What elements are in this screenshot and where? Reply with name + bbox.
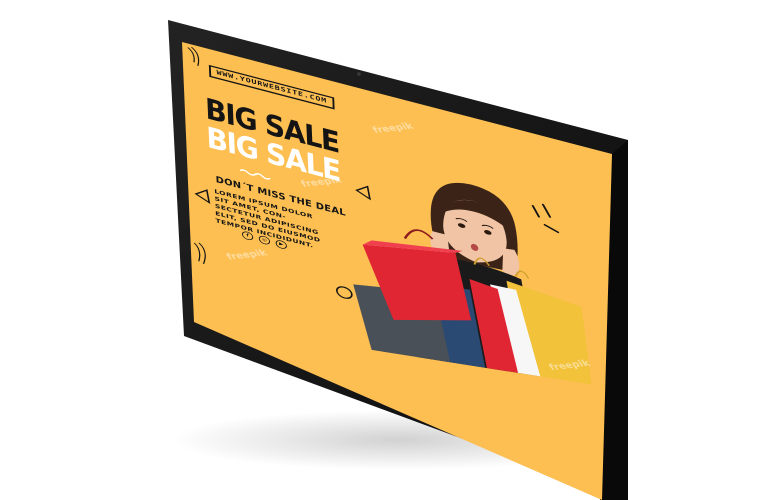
- scribble-deco: [533, 202, 558, 232]
- lower-stripes-deco: [194, 242, 205, 265]
- corner-stripes-deco: [188, 46, 199, 66]
- webcam-dot: [357, 72, 361, 76]
- triangle-deco-2: [196, 187, 210, 202]
- circle-deco: [337, 285, 352, 300]
- triangle-deco-1: [356, 184, 370, 199]
